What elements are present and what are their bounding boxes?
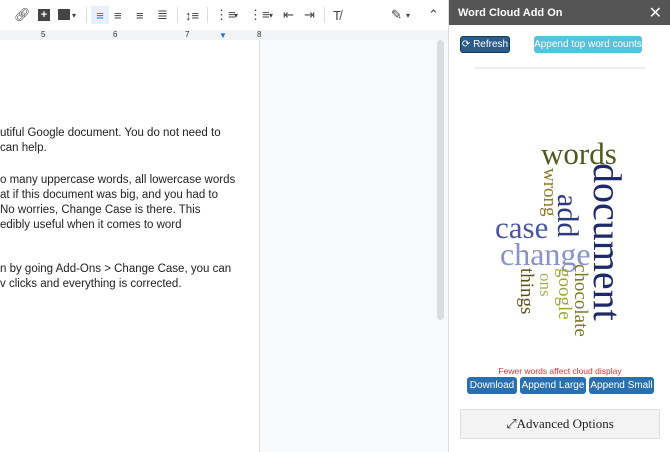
cloud-word: words: [541, 136, 617, 171]
chevron-down-icon[interactable]: ▾: [234, 6, 238, 24]
append-large-button[interactable]: Append Large: [520, 377, 586, 394]
scrollbar[interactable]: [437, 40, 444, 320]
cloud-word: chocolate: [570, 264, 591, 337]
cloud-word: add: [551, 194, 584, 238]
chevron-down-icon[interactable]: ▾: [72, 6, 76, 24]
expand-icon: ⤢: [506, 416, 517, 431]
insert-image-icon[interactable]: [58, 9, 70, 20]
doc-line: can help.: [0, 142, 47, 154]
bulleted-list-icon[interactable]: ⋮≡: [249, 6, 270, 24]
chevron-down-icon[interactable]: ▾: [406, 6, 410, 24]
cloud-word: document: [585, 163, 630, 321]
append-top-word-counts-button[interactable]: Append top word counts: [534, 36, 642, 53]
align-left-icon[interactable]: ≡: [91, 6, 109, 24]
document-page[interactable]: utiful Google document. You do not need …: [0, 40, 260, 452]
chevron-down-icon[interactable]: ▾: [269, 6, 273, 24]
refresh-button[interactable]: ⟳ Refresh: [460, 36, 510, 53]
line-spacing-icon[interactable]: ↕≡: [185, 6, 199, 24]
link-icon[interactable]: 🔗︎: [14, 6, 31, 24]
cloud-word: things: [516, 268, 537, 315]
word-cloud-panel: Word Cloud Add On ✕ ⟳ Refresh Append top…: [448, 0, 670, 452]
justify-icon[interactable]: ≣: [157, 6, 168, 24]
clear-formatting-icon[interactable]: T̸: [333, 6, 341, 24]
advanced-options-label: Advanced Options: [516, 416, 614, 431]
cloud-word: wrong: [539, 168, 560, 217]
doc-line: n by going Add-Ons > Change Case, you ca…: [0, 263, 232, 275]
edit-mode-icon[interactable]: ✎: [391, 6, 402, 24]
increase-indent-icon[interactable]: ⇥: [304, 6, 315, 24]
doc-line: utiful Google document. You do not need …: [0, 127, 221, 139]
divider: [475, 67, 645, 69]
warning-text: Fewer words affect cloud display: [498, 366, 622, 376]
ruler-mark: 8: [257, 30, 262, 39]
panel-header: Word Cloud Add On ✕: [449, 0, 670, 25]
cloud-word: ons: [536, 273, 555, 297]
numbered-list-icon[interactable]: ⋮≡: [215, 6, 236, 24]
ruler-mark: 6: [113, 30, 118, 39]
download-button[interactable]: Download: [467, 377, 517, 394]
doc-line: at if this document was big, and you had…: [0, 189, 218, 201]
advanced-options-button[interactable]: ⤢ Advanced Options: [460, 409, 660, 439]
ruler-mark: 7: [185, 30, 190, 39]
doc-line: o many uppercase words, all lowercase wo…: [0, 174, 236, 186]
align-center-icon[interactable]: ≡: [114, 6, 122, 24]
panel-title: Word Cloud Add On: [458, 6, 563, 19]
collapse-icon[interactable]: ⌃: [428, 6, 439, 24]
cloud-word: change: [500, 236, 591, 272]
ruler[interactable]: 5 6 7 8 ▼: [0, 30, 448, 40]
add-comment-icon[interactable]: +: [38, 9, 50, 21]
doc-line: edibly useful when it comes to word: [0, 219, 182, 231]
right-indent-marker[interactable]: ▼: [219, 31, 227, 40]
align-right-icon[interactable]: ≡: [136, 6, 144, 24]
cloud-word: google: [554, 268, 575, 320]
decrease-indent-icon[interactable]: ⇤: [283, 6, 294, 24]
append-small-button[interactable]: Append Small: [589, 377, 654, 394]
close-icon[interactable]: ✕: [649, 3, 662, 23]
cloud-word: case: [495, 210, 549, 245]
doc-line: No worries, Change Case is there. This: [0, 204, 201, 216]
document-area: utiful Google document. You do not need …: [0, 40, 448, 452]
doc-line: v clicks and everything is corrected.: [0, 278, 182, 290]
toolbar: 🔗︎ + ▾ ≡ ≡ ≡ ≣ ↕≡ ⋮≡ ▾ ⋮≡ ▾ ⇤ ⇥ T̸ ✎ ▾ ⌃: [0, 0, 448, 30]
ruler-mark: 5: [41, 30, 46, 39]
